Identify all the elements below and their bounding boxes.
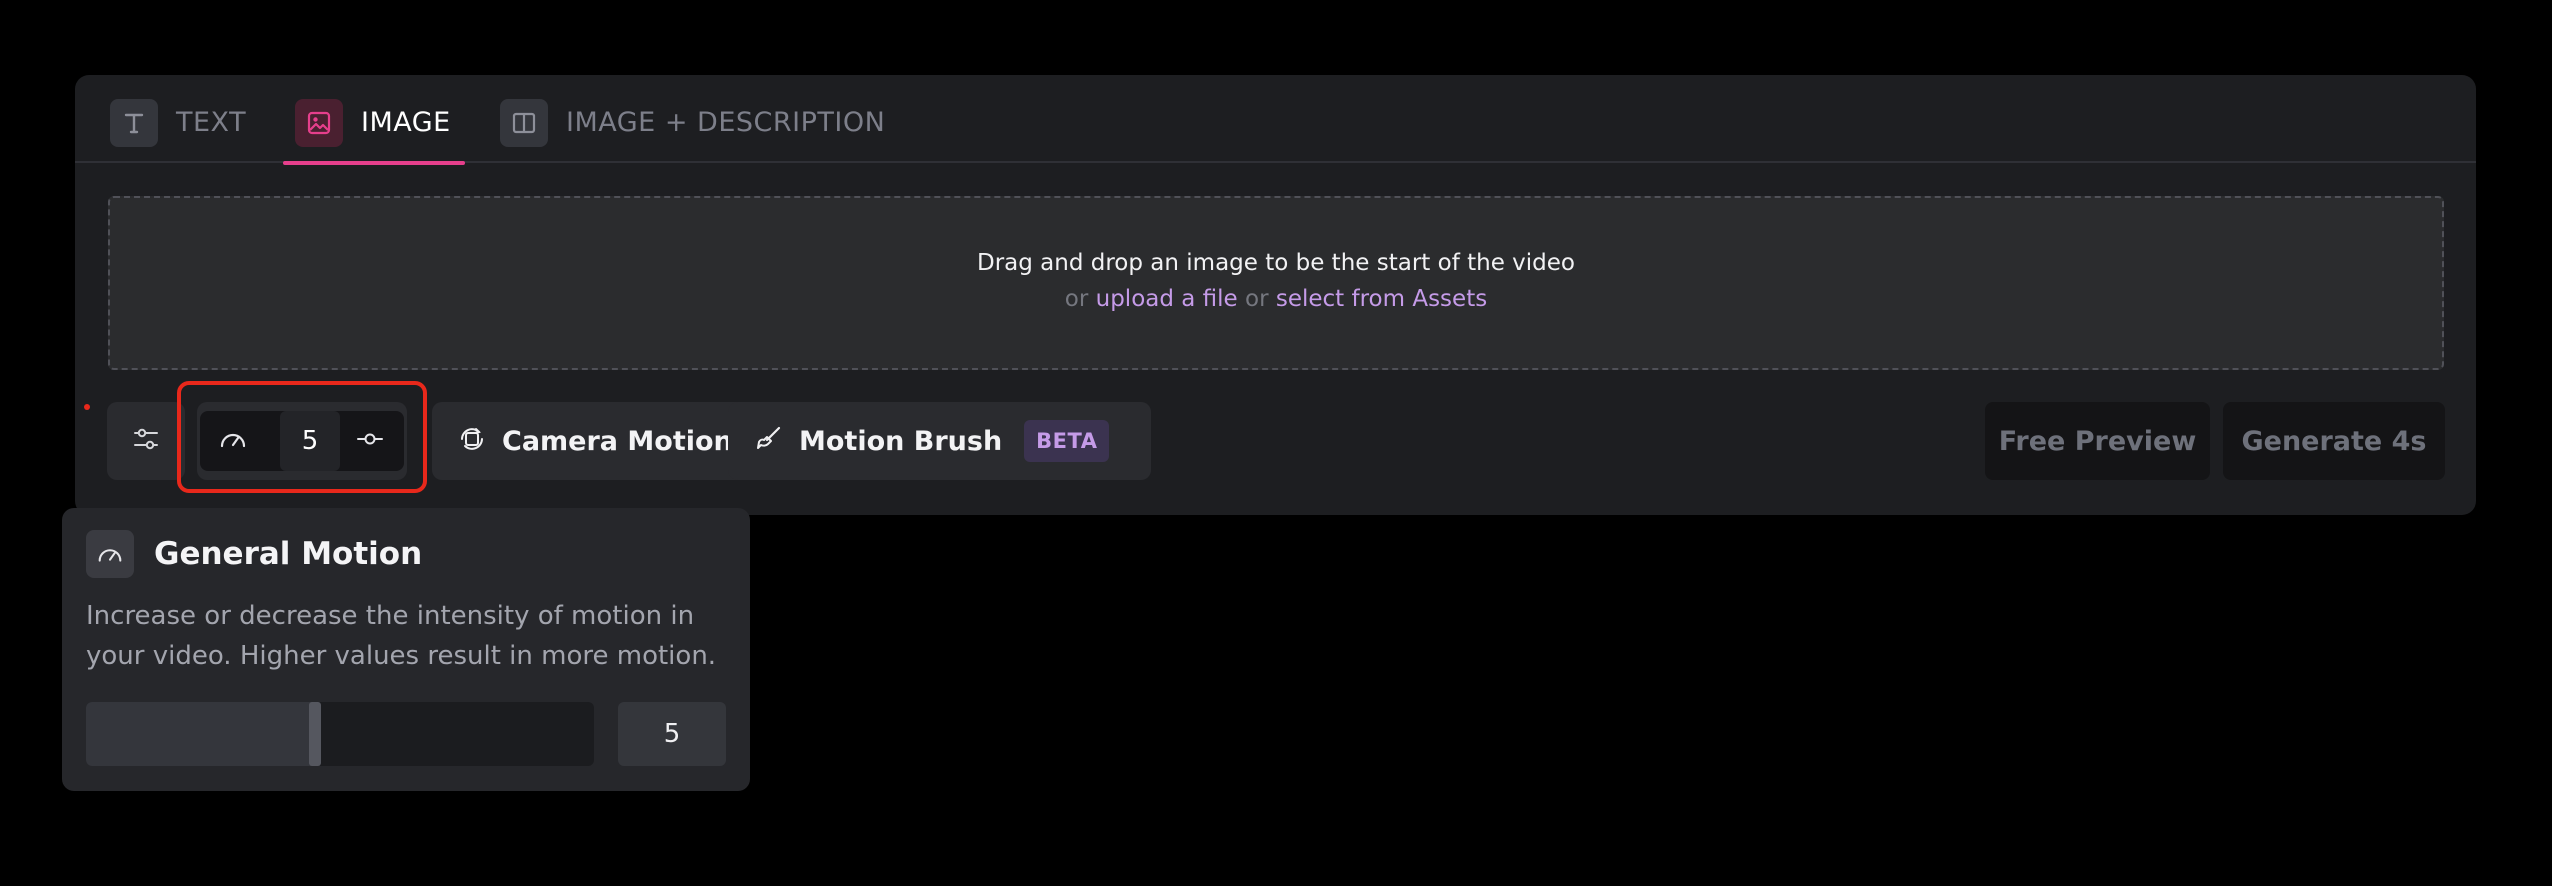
slider-fill — [86, 702, 315, 766]
gauge-icon — [217, 423, 249, 459]
text-icon — [110, 99, 158, 147]
split-layout-icon — [500, 99, 548, 147]
camera-motion-label: Camera Motion — [502, 425, 733, 457]
slider-handle-icon — [355, 424, 385, 458]
gauge-icon — [86, 530, 134, 578]
beta-badge: BETA — [1024, 420, 1110, 462]
motion-value-input[interactable]: 5 — [618, 702, 726, 766]
popover-title: General Motion — [154, 536, 423, 572]
mode-tabs: TEXT IMAGE IMAGE + DESCRIPTION — [75, 75, 2476, 165]
slider-handle[interactable] — [309, 702, 321, 766]
dropzone-or-2: or — [1245, 286, 1269, 312]
brush-icon — [753, 423, 785, 459]
sliders-icon — [131, 424, 161, 458]
popover-description: Increase or decrease the intensity of mo… — [86, 601, 717, 671]
dropzone-title: Drag and drop an image to be the start o… — [977, 250, 1575, 276]
image-dropzone[interactable]: Drag and drop an image to be the start o… — [108, 196, 2444, 370]
generate-button[interactable]: Generate 4s — [2223, 402, 2445, 480]
settings-button[interactable] — [107, 402, 185, 480]
upload-file-link[interactable]: upload a file — [1096, 286, 1238, 312]
generation-panel: TEXT IMAGE IMAGE + DESCRIPTION Drag and … — [75, 75, 2476, 515]
motion-brush-label: Motion Brush — [799, 425, 1003, 457]
tab-image-description-label: IMAGE + DESCRIPTION — [566, 107, 886, 138]
red-marker-dot — [84, 404, 90, 410]
tab-text-label: TEXT — [176, 107, 247, 138]
tab-text[interactable]: TEXT — [110, 99, 246, 163]
motion-brush-button[interactable]: Motion Brush BETA — [728, 402, 1151, 480]
dropzone-subtitle: or upload a file or select from Assets — [110, 286, 2442, 312]
image-icon — [295, 99, 343, 147]
tab-image-label: IMAGE — [361, 107, 451, 138]
tab-image[interactable]: IMAGE — [283, 99, 465, 165]
general-motion-popover: General Motion Increase or decrease the … — [62, 508, 750, 791]
general-motion-button[interactable] — [200, 411, 266, 471]
camera-orbit-icon — [456, 423, 488, 459]
motion-slider-button[interactable] — [340, 411, 400, 471]
general-motion-value[interactable]: 5 — [280, 411, 340, 471]
motion-intensity-slider[interactable] — [86, 702, 594, 766]
select-assets-link[interactable]: select from Assets — [1276, 286, 1487, 312]
dropzone-or-1: or — [1064, 286, 1089, 312]
free-preview-button[interactable]: Free Preview — [1985, 402, 2210, 480]
tab-image-description[interactable]: IMAGE + DESCRIPTION — [500, 99, 885, 163]
